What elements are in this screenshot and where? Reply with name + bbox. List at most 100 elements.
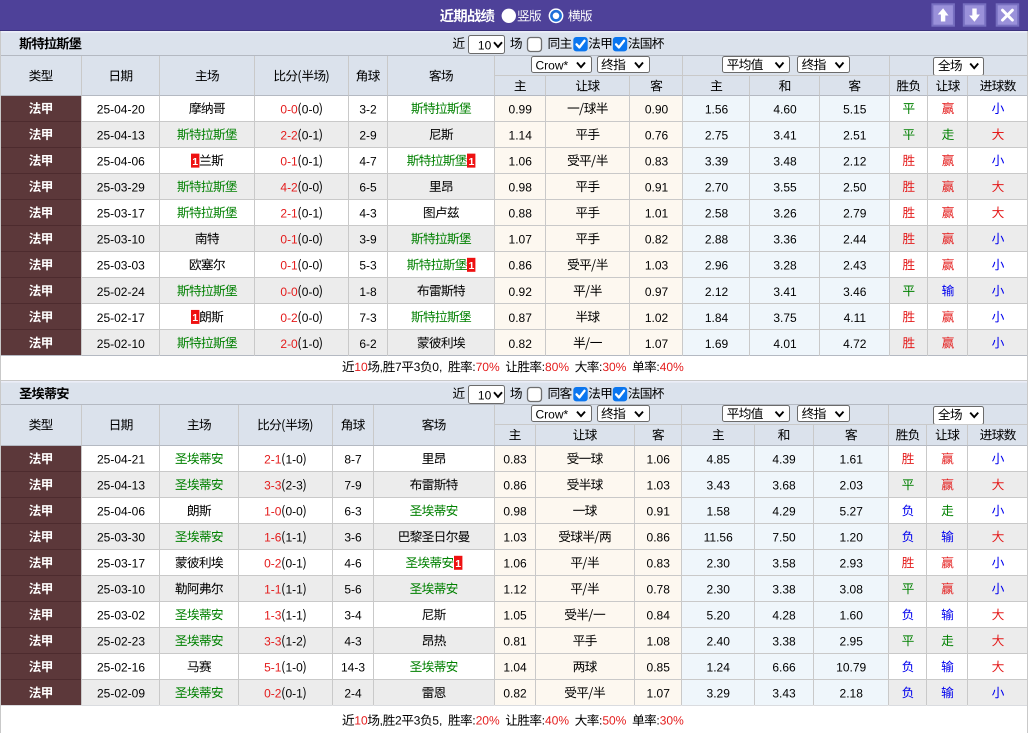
svg-text:2.03: 2.03 xyxy=(840,479,864,493)
svg-text:1-0: 1-0 xyxy=(286,453,304,467)
svg-text:0-2: 0-2 xyxy=(264,557,282,571)
svg-text:5-3: 5-3 xyxy=(359,259,377,273)
svg-text:2.43: 2.43 xyxy=(843,259,867,273)
svg-text:3.38: 3.38 xyxy=(772,635,796,649)
svg-text:25-03-10: 25-03-10 xyxy=(97,233,145,247)
svg-text:4.01: 4.01 xyxy=(773,337,797,351)
svg-text:1.60: 1.60 xyxy=(840,609,864,623)
svg-text:0.92: 0.92 xyxy=(509,285,533,299)
svg-text:2-4: 2-4 xyxy=(344,687,362,701)
svg-text:2.96: 2.96 xyxy=(705,259,729,273)
svg-text:1.07: 1.07 xyxy=(647,687,671,701)
svg-text:6-3: 6-3 xyxy=(344,505,362,519)
svg-text:2.12: 2.12 xyxy=(843,155,867,169)
svg-text:3.28: 3.28 xyxy=(773,259,797,273)
svg-text:4.85: 4.85 xyxy=(707,453,731,467)
svg-text:2.70: 2.70 xyxy=(705,181,729,195)
svg-text:0-0: 0-0 xyxy=(302,181,320,195)
svg-text:3.41: 3.41 xyxy=(773,285,797,299)
svg-text:1-2: 1-2 xyxy=(286,635,304,649)
svg-text:25-04-06: 25-04-06 xyxy=(97,505,145,519)
svg-text:1: 1 xyxy=(468,156,474,168)
svg-text:1: 1 xyxy=(468,260,474,272)
svg-text:11.56: 11.56 xyxy=(704,531,733,545)
svg-text:2-2: 2-2 xyxy=(280,129,298,143)
svg-text:14-3: 14-3 xyxy=(341,661,365,675)
svg-text:5-1: 5-1 xyxy=(264,661,282,675)
svg-text:5.20: 5.20 xyxy=(707,609,731,623)
svg-text:4.28: 4.28 xyxy=(772,609,796,623)
svg-text:0-1: 0-1 xyxy=(302,155,320,169)
svg-text:0.76: 0.76 xyxy=(645,129,669,143)
svg-text:0-1: 0-1 xyxy=(302,207,320,221)
svg-text:0-0: 0-0 xyxy=(302,259,320,273)
svg-text:0-2: 0-2 xyxy=(264,687,282,701)
svg-text:0.91: 0.91 xyxy=(645,181,669,195)
svg-text:1.84: 1.84 xyxy=(705,311,729,325)
svg-text:1.12: 1.12 xyxy=(503,583,527,597)
svg-text:7.50: 7.50 xyxy=(772,531,796,545)
svg-text:0-2: 0-2 xyxy=(280,311,298,325)
svg-text:0.78: 0.78 xyxy=(647,583,671,597)
svg-text:2.79: 2.79 xyxy=(843,207,867,221)
svg-text:3-9: 3-9 xyxy=(359,233,377,247)
svg-text:6-5: 6-5 xyxy=(359,181,377,195)
svg-text:7-3: 7-3 xyxy=(359,311,377,325)
svg-text:8-7: 8-7 xyxy=(344,453,362,467)
svg-text:3.41: 3.41 xyxy=(773,129,797,143)
svg-text:1.69: 1.69 xyxy=(705,337,729,351)
svg-text:4-7: 4-7 xyxy=(359,155,377,169)
svg-text:3.58: 3.58 xyxy=(772,557,796,571)
svg-text:0.86: 0.86 xyxy=(647,531,671,545)
svg-text:2-3: 2-3 xyxy=(286,479,304,493)
svg-text:4-6: 4-6 xyxy=(344,557,362,571)
svg-text:2-9: 2-9 xyxy=(359,129,377,143)
svg-text:0-0: 0-0 xyxy=(302,233,320,247)
svg-text:1: 1 xyxy=(455,558,461,570)
svg-text:1.20: 1.20 xyxy=(840,531,864,545)
svg-text:2.88: 2.88 xyxy=(705,233,729,247)
svg-text:4.29: 4.29 xyxy=(772,505,796,519)
svg-text:1.61: 1.61 xyxy=(840,453,864,467)
svg-text:7-9: 7-9 xyxy=(344,479,362,493)
svg-text:3-4: 3-4 xyxy=(344,609,362,623)
svg-text:1-6: 1-6 xyxy=(264,531,282,545)
svg-text:1.04: 1.04 xyxy=(503,661,527,675)
svg-text:1-1: 1-1 xyxy=(286,583,304,597)
svg-text:3.75: 3.75 xyxy=(773,311,797,325)
svg-text:0-1: 0-1 xyxy=(280,155,298,169)
svg-text:25-02-09: 25-02-09 xyxy=(97,687,145,701)
svg-text:3-3: 3-3 xyxy=(264,635,282,649)
svg-text:0.91: 0.91 xyxy=(647,505,671,519)
svg-text:25-04-20: 25-04-20 xyxy=(97,102,145,116)
svg-text:0.98: 0.98 xyxy=(503,505,527,519)
svg-text:1.08: 1.08 xyxy=(647,635,671,649)
svg-text:0.98: 0.98 xyxy=(509,181,533,195)
svg-text:25-02-17: 25-02-17 xyxy=(97,311,145,325)
svg-text:0-1: 0-1 xyxy=(302,129,320,143)
svg-text:4.72: 4.72 xyxy=(843,337,867,351)
svg-text:1.58: 1.58 xyxy=(707,505,731,519)
svg-text:3.68: 3.68 xyxy=(772,479,796,493)
svg-text:0-0: 0-0 xyxy=(302,285,320,299)
svg-text:0.81: 0.81 xyxy=(503,635,527,649)
svg-text:3-3: 3-3 xyxy=(264,479,282,493)
svg-text:0-0: 0-0 xyxy=(280,285,298,299)
svg-text:0-1: 0-1 xyxy=(280,233,298,247)
svg-text:1: 1 xyxy=(192,312,198,324)
svg-text:2.18: 2.18 xyxy=(840,687,864,701)
svg-text:0-1: 0-1 xyxy=(286,557,304,571)
svg-text:2.50: 2.50 xyxy=(843,181,867,195)
svg-text:5.27: 5.27 xyxy=(840,505,864,519)
svg-text:2.93: 2.93 xyxy=(840,557,864,571)
svg-text:1.56: 1.56 xyxy=(705,102,729,116)
svg-text:10.79: 10.79 xyxy=(836,661,866,675)
svg-text:0.88: 0.88 xyxy=(509,207,533,221)
svg-text:4-3: 4-3 xyxy=(344,635,362,649)
svg-text:0.84: 0.84 xyxy=(647,609,671,623)
svg-text:1.06: 1.06 xyxy=(509,155,533,169)
svg-text:25-03-17: 25-03-17 xyxy=(97,557,145,571)
svg-text:1-1: 1-1 xyxy=(264,583,282,597)
svg-text:3.48: 3.48 xyxy=(773,155,797,169)
svg-text:1.03: 1.03 xyxy=(645,259,669,273)
